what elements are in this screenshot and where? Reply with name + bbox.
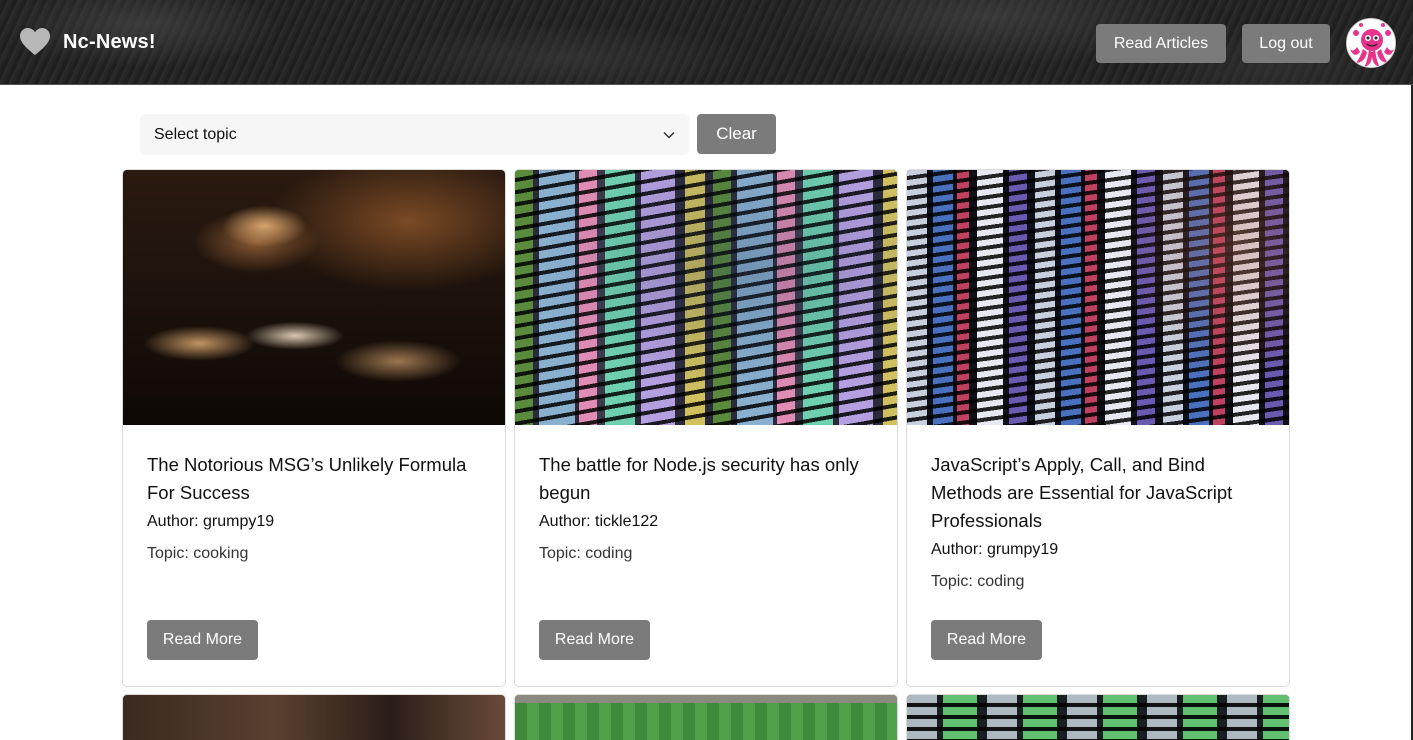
article-title: The Notorious MSG’s Unlikely Formula For… [147,454,467,503]
chevron-down-icon [663,131,675,139]
read-more-button[interactable]: Read More [147,620,258,660]
article-topic: Topic: coding [931,573,1025,590]
article-author: Author: tickle122 [539,513,659,530]
article-card: The battle for Node.js security has only… [514,169,898,687]
article-topic: Topic: coding [539,545,633,562]
article-card: JavaScript’s Apply, Call, and Bind Metho… [906,169,1290,687]
navbar: Nc-News! Read Articles Log out [0,0,1413,85]
article-image-football-pitch [515,695,897,740]
article-image-blurred-food [123,695,505,740]
card-body: The Notorious MSG’s Unlikely Formula For… [123,425,505,686]
avatar[interactable] [1346,18,1396,68]
read-more-button[interactable]: Read More [539,620,650,660]
article-title: JavaScript’s Apply, Call, and Bind Metho… [931,454,1233,531]
heart-icon [20,28,50,55]
article-image-code-dark [907,170,1289,425]
article-title: The battle for Node.js security has only… [539,454,859,503]
article-topic: Topic: cooking [147,545,249,562]
article-card-partial [514,694,898,740]
article-image-cooking [123,170,505,425]
article-author: Author: grumpy19 [931,541,1059,558]
read-articles-button[interactable]: Read Articles [1096,24,1226,63]
logout-button[interactable]: Log out [1242,24,1330,63]
card-body: JavaScript’s Apply, Call, and Bind Metho… [907,425,1289,686]
clear-button[interactable]: Clear [697,114,776,154]
article-author: Author: grumpy19 [147,513,275,530]
topic-select-value: Select topic [154,125,237,143]
article-card-partial [906,694,1290,740]
brand[interactable]: Nc-News! [20,28,156,56]
article-image-code [515,170,897,425]
article-card-partial [122,694,506,740]
article-card: The Notorious MSG’s Unlikely Formula For… [122,169,506,687]
card-body: The battle for Node.js security has only… [515,425,897,686]
topic-select[interactable]: Select topic [140,114,689,155]
brand-title: Nc-News! [63,30,156,53]
article-image-terminal [907,695,1289,740]
octopus-avatar-icon [1347,19,1395,67]
read-more-button[interactable]: Read More [931,620,1042,660]
